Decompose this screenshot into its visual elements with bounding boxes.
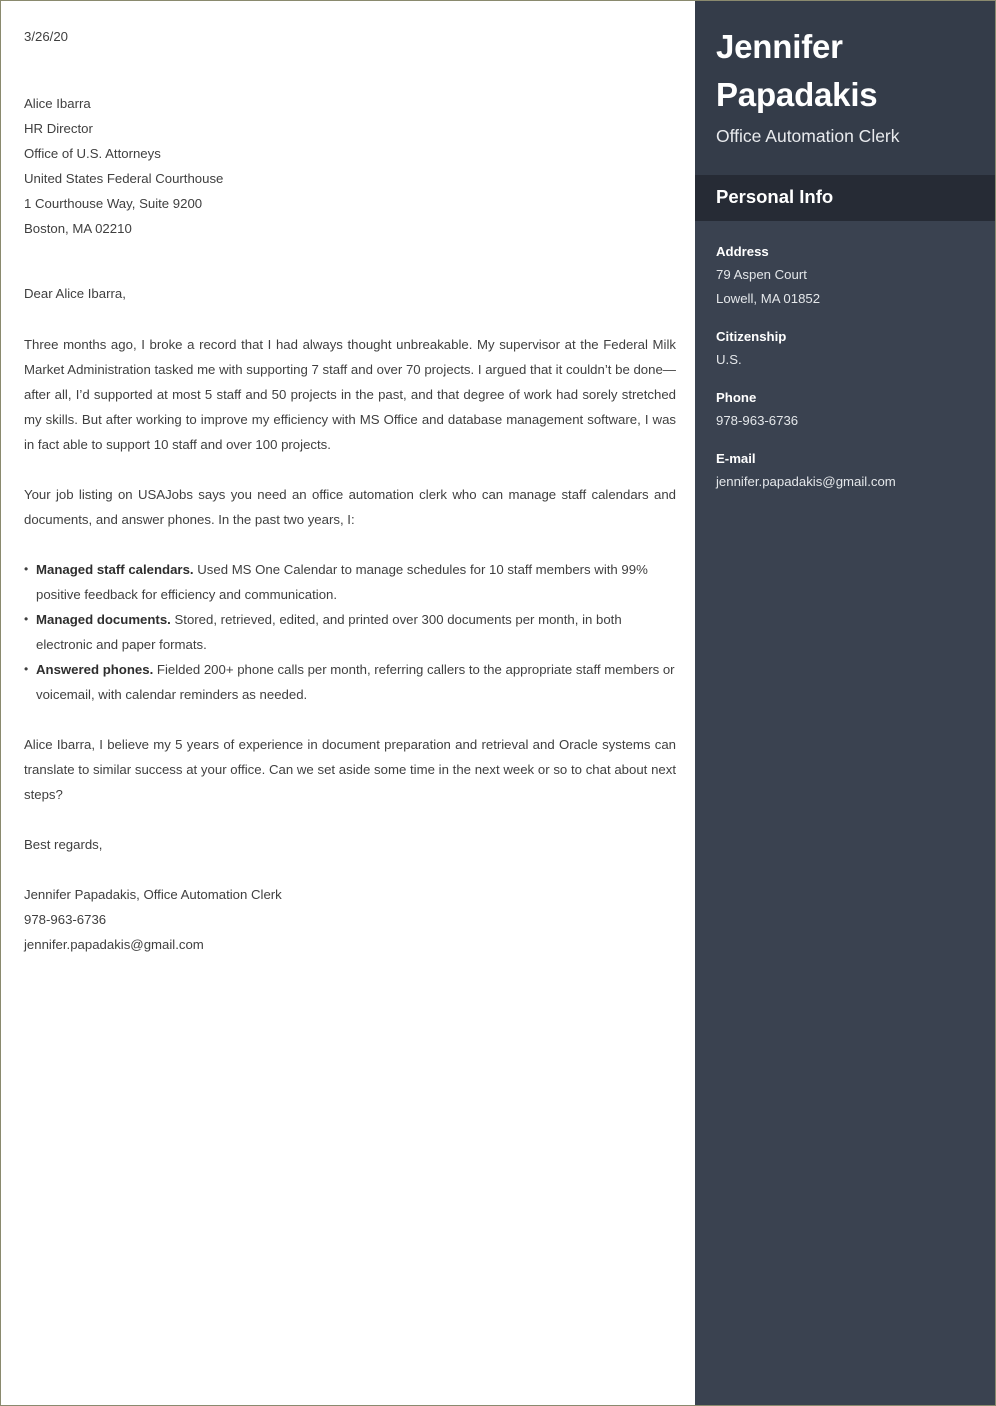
- recipient-line: HR Director: [24, 121, 93, 137]
- signature-block: Jennifer Papadakis, Office Automation Cl…: [24, 882, 676, 957]
- recipient-line: Boston, MA 02210: [24, 221, 132, 237]
- list-item-lead: Answered phones.: [36, 662, 154, 678]
- recipient-line: 1 Courthouse Way, Suite 9200: [24, 196, 203, 212]
- sidebar-header: Jennifer Papadakis Office Automation Cle…: [695, 1, 995, 175]
- field-value: 79 Aspen Court: [716, 266, 807, 282]
- recipient-line: Alice Ibarra: [24, 96, 91, 112]
- list-item: Answered phones. Fielded 200+ phone call…: [24, 657, 676, 707]
- personal-info-section-band: Personal Info: [695, 174, 995, 221]
- signature-email: jennifer.papadakis@gmail.com: [24, 937, 204, 953]
- letter-column: 3/26/20 Alice Ibarra HR Director Office …: [1, 1, 697, 1405]
- salutation: Dear Alice Ibarra,: [24, 286, 126, 302]
- sidebar: Jennifer Papadakis Office Automation Cle…: [695, 1, 995, 1405]
- field-email: E-mail jennifer.papadakis@gmail.com: [716, 448, 974, 494]
- body-paragraph-1: Three months ago, I broke a record that …: [24, 337, 676, 453]
- letter-date: 3/26/20: [24, 29, 68, 44]
- list-item-lead: Managed staff calendars.: [36, 562, 194, 578]
- recipient-address-block: Alice Ibarra HR Director Office of U.S. …: [24, 91, 676, 241]
- personal-info-heading: Personal Info: [716, 185, 834, 207]
- recipient-line: Office of U.S. Attorneys: [24, 146, 161, 162]
- field-label: Citizenship: [716, 328, 787, 344]
- field-phone: Phone 978-963-6736: [716, 387, 974, 433]
- field-value: 978-963-6736: [716, 412, 799, 428]
- signature-phone: 978-963-6736: [24, 912, 107, 928]
- candidate-job-title: Office Automation Clerk: [716, 125, 900, 146]
- achievements-list: Managed staff calendars. Used MS One Cal…: [24, 557, 676, 707]
- personal-info-fields: Address 79 Aspen Court Lowell, MA 01852 …: [695, 221, 995, 494]
- list-item: Managed staff calendars. Used MS One Cal…: [24, 557, 676, 607]
- field-value: jennifer.papadakis@gmail.com: [716, 473, 896, 489]
- list-item: Managed documents. Stored, retrieved, ed…: [24, 607, 676, 657]
- field-value: U.S.: [716, 351, 742, 367]
- field-label: E-mail: [716, 450, 756, 466]
- recipient-line: United States Federal Courthouse: [24, 171, 224, 187]
- cover-letter-page: 3/26/20 Alice Ibarra HR Director Office …: [0, 0, 996, 1406]
- field-value: Lowell, MA 01852: [716, 290, 821, 306]
- field-citizenship: Citizenship U.S.: [716, 326, 974, 372]
- candidate-name: Jennifer Papadakis: [716, 28, 878, 113]
- signoff: Best regards,: [24, 837, 103, 853]
- signature-name-title: Jennifer Papadakis, Office Automation Cl…: [24, 887, 282, 903]
- body-paragraph-2: Your job listing on USAJobs says you nee…: [24, 487, 676, 528]
- list-item-lead: Managed documents.: [36, 612, 171, 628]
- field-label: Address: [716, 243, 769, 259]
- body-paragraph-3: Alice Ibarra, I believe my 5 years of ex…: [24, 737, 676, 803]
- field-address: Address 79 Aspen Court Lowell, MA 01852: [716, 241, 974, 311]
- field-label: Phone: [716, 389, 757, 405]
